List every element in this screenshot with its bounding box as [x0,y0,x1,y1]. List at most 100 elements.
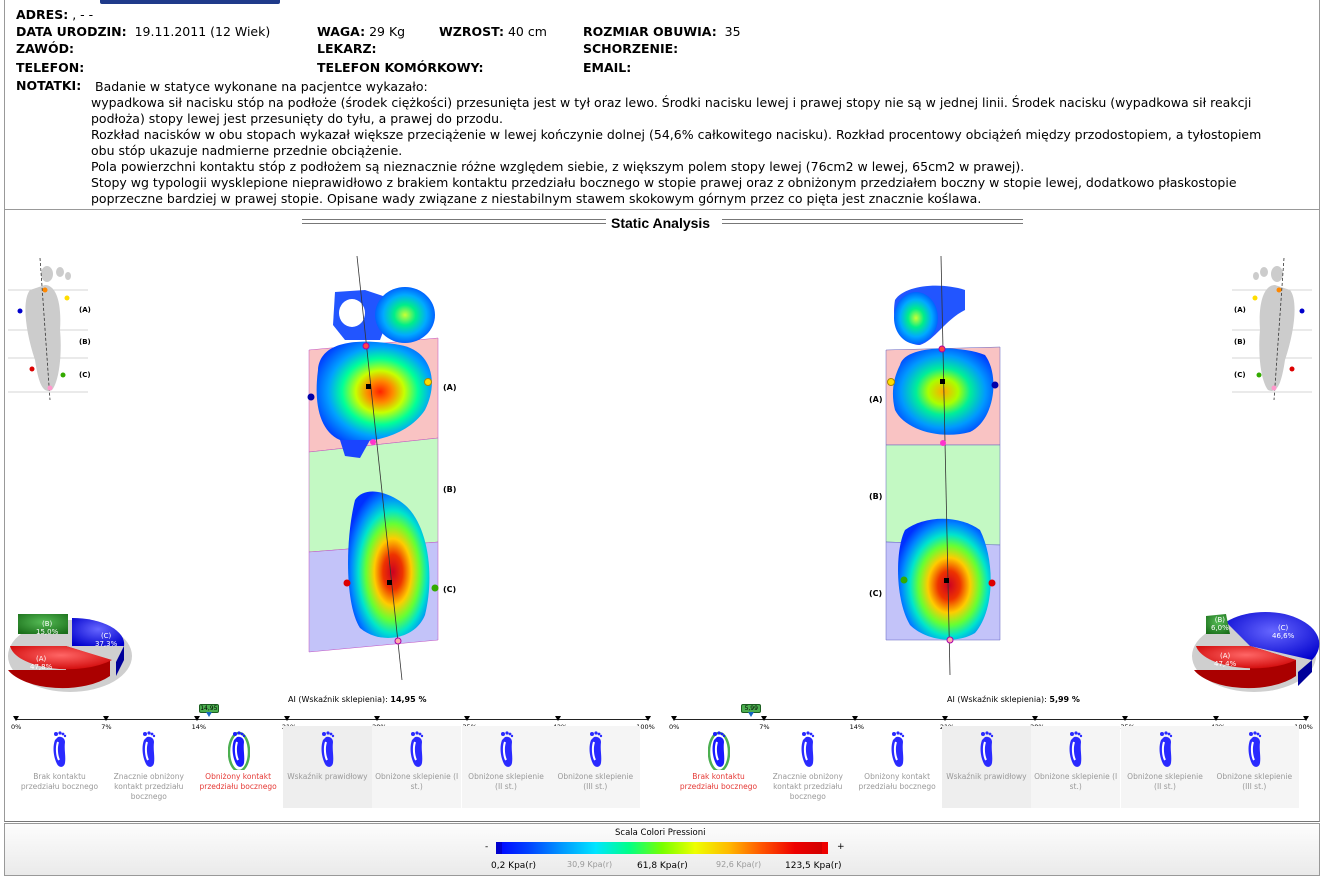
right-ai-label: AI (Wskaźnik sklepienia): 5,99 % [947,695,1080,704]
category-7: Obniżone sklepienie (III st.) [550,726,640,808]
right-category-strip: Brak kontaktu przedziału bocznego Znaczni… [674,726,1299,810]
scale-tick [941,716,948,721]
phone-field: TELEFON: [16,60,85,75]
category-label: Znacznie obniżony kontakt przedziału boc… [772,772,843,801]
occupation-field: ZAWÓD: [16,41,74,56]
legend-value-q1: 30,9 Kpa(r) [567,860,613,869]
notes-line: Rozkład nacisków w obu stopach wykazał w… [91,127,1262,158]
scale-tick [464,716,471,721]
scale-tick [1032,716,1039,721]
scale-tick [1122,716,1129,721]
foot-type-icon [1244,730,1266,770]
left-category-strip: Brak kontaktu przedziału bocznego Znaczni… [15,726,640,810]
category-2: Znacznie obniżony kontakt przedziału boc… [104,726,193,808]
left-zone-c-label: (C) [443,585,457,594]
category-label: Brak kontaktu przedziału bocznego [20,772,99,791]
category-6: Obniżone sklepienie (II st.) [1120,726,1210,808]
right-diagram-c: (C) [1234,371,1246,379]
scale-tick [671,716,677,721]
left-pie-c-label: (C) 37,3% [95,632,118,648]
foot-type-icon [49,730,71,770]
left-pie-a-label: (A) 47,8% [30,655,53,671]
foot-type-icon [1155,730,1177,770]
notes-line: wypadkowa sił nacisku stóp na podłoże (ś… [91,95,1252,126]
scale-tick [761,716,768,721]
legend-value-max: 123,5 Kpa(r) [785,861,842,871]
foot-type-icon [406,730,428,770]
foot-type-icon [976,730,998,770]
category-label: Znacznie obniżony kontakt przedziału boc… [113,772,184,801]
right-zone-a-label: (A) [869,395,883,404]
foot-type-icon [138,730,160,770]
notes-line: Stopy wg typologii wysklepione nieprawid… [91,175,1237,206]
category-label: Obniżony kontakt przedziału bocznego [199,772,277,791]
height-field: WZROST: 40 cm [439,24,547,39]
category-4: Wskaźnik prawidłowy [941,726,1031,808]
category-label: Obniżone sklepienie (I st.) [375,772,459,791]
patient-name-banner [100,0,280,4]
foot-type-icon [707,730,731,773]
title-rule-right [722,219,1023,224]
legend-minus: - [485,842,489,852]
static-analysis-title: Static Analysis [611,215,711,231]
left-pie-b-label: (B) 15,0% [36,620,59,636]
right-diagram-b: (B) [1234,338,1246,346]
left-diagram-b: (B) [79,338,91,346]
left-zone-a-label: (A) [443,383,457,392]
foot-type-icon [1065,730,1087,770]
scale-tick [1212,716,1219,721]
scale-tick [1303,716,1309,721]
category-label: Obniżone sklepienie (I st.) [1034,772,1118,791]
email-field: EMAIL: [583,60,632,75]
legend-value-mid: 61,8 Kpa(r) [637,861,688,871]
doctor-field: LEKARZ: [317,41,377,56]
right-diagram-a: (A) [1234,306,1246,314]
notes-label: NOTATKI: [16,78,82,93]
category-label: Brak kontaktu przedziału bocznego [679,772,758,791]
static-analysis-report: ADRES: , - - DATA URODZIN: 19.11.2011 (1… [0,0,1324,876]
right-pie-b-label: (B) 6,0% [1211,616,1229,632]
category-label: Obniżone sklepienie (III st.) [557,772,634,791]
scale-tick [554,716,561,721]
ai-marker-pointer [748,712,755,717]
notes-line: Pola powierzchni kontaktu stóp z podłoże… [91,159,1025,174]
category-label: Wskaźnik prawidłowy [287,772,368,781]
scale-tick [283,716,290,721]
foot-type-icon [317,730,339,770]
weight-field: WAGA: 29 Kg [317,24,406,39]
category-3: Obniżony kontakt przedziału bocznego [853,726,942,808]
ai-marker-pointer [205,712,212,717]
legend-value-min: 0,2 Kpa(r) [491,861,537,871]
foot-type-icon [797,730,819,770]
category-2: Znacznie obniżony kontakt przedziału boc… [763,726,852,808]
legend-title: Scala Colori Pressioni [615,828,706,838]
right-pie-a-label: (A) 47,4% [1214,652,1237,668]
right-zone-b-label: (B) [869,492,883,501]
category-label: Obniżone sklepienie (II st.) [468,772,544,791]
category-label: Wskaźnik prawidłowy [946,772,1027,781]
foot-type-icon [887,730,909,770]
category-3: Obniżony kontakt przedziału bocznego [194,726,283,808]
left-diagram-c: (C) [79,371,91,379]
scale-tick [374,716,381,721]
scale-tick [13,716,19,721]
foot-type-icon [585,730,607,770]
condition-field: SCHORZENIE: [583,41,679,56]
legend-color-bar [496,842,828,854]
scale-tick [851,716,858,721]
title-rule-left [302,219,606,224]
category-label: Obniżone sklepienie (II st.) [1127,772,1203,791]
address-row: ADRES: , - - [16,7,94,22]
scale-line [16,719,648,720]
category-label: Obniżony kontakt przedziału bocznego [858,772,936,791]
foot-type-icon [227,730,250,773]
notes-line: Badanie w statyce wykonane na pacjentce … [95,79,428,94]
category-5: Obniżone sklepienie (I st.) [1031,726,1121,808]
category-5: Obniżone sklepienie (I st.) [372,726,462,808]
notes-text: Badanie w statyce wykonane na pacjentce … [91,79,1286,207]
legend-value-q3: 92,6 Kpa(r) [716,860,762,869]
category-6: Obniżone sklepienie (II st.) [461,726,551,808]
scale-tick [193,716,200,721]
dob-field: DATA URODZIN: 19.11.2011 (12 Wiek) [16,24,271,39]
left-ai-label: AI (Wskaźnik sklepienia): 14,95 % [288,695,427,704]
